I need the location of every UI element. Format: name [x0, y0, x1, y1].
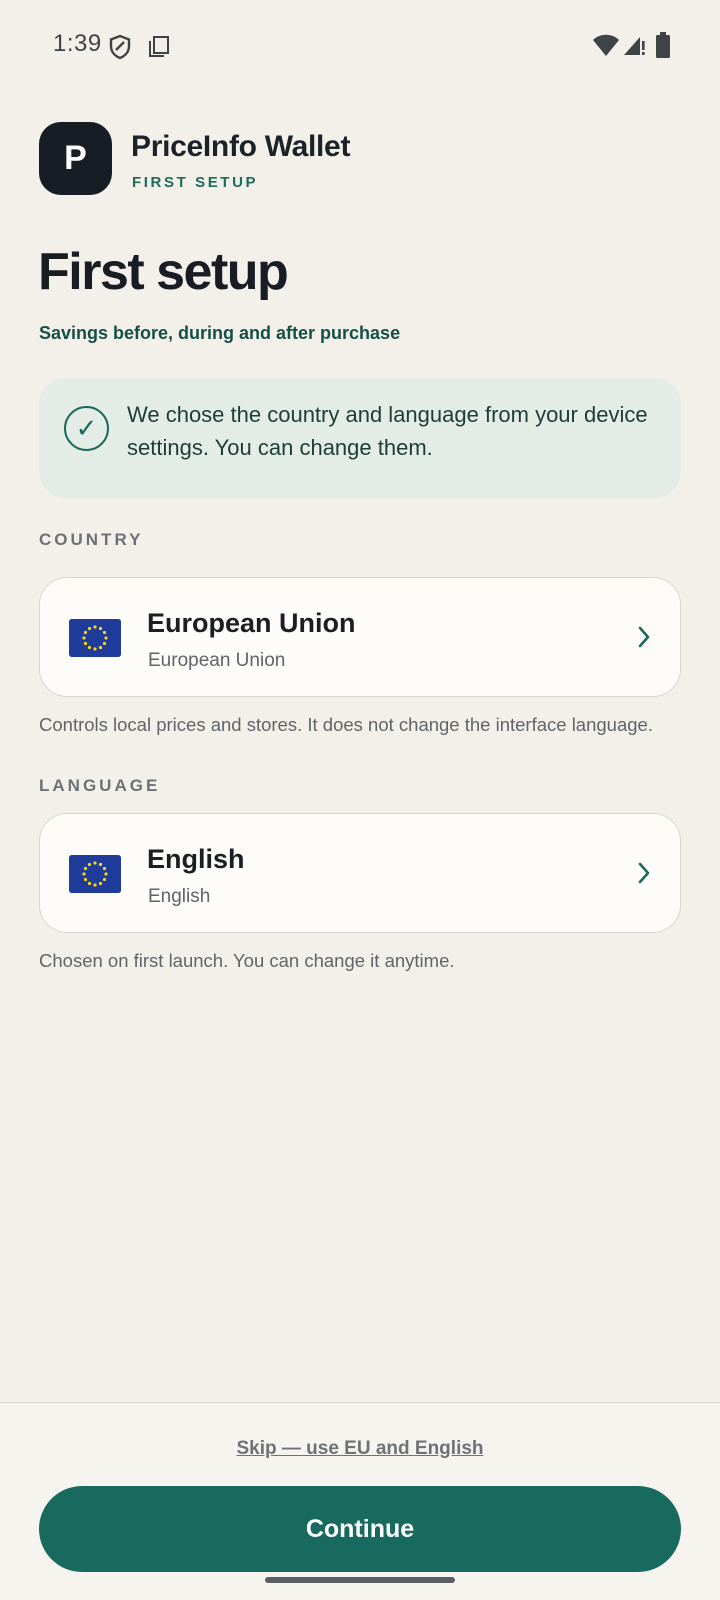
shield-icon: [109, 34, 131, 60]
home-indicator[interactable]: [265, 1577, 455, 1583]
country-title: European Union: [147, 608, 356, 638]
chevron-right-icon: [638, 626, 650, 648]
language-subtitle: English: [148, 886, 211, 907]
country-selector[interactable]: European Union European Union: [39, 577, 681, 697]
app-logo-letter: P: [64, 139, 87, 177]
country-subtitle: European Union: [148, 650, 286, 671]
country-section-label: COUNTRY: [39, 530, 144, 549]
setup-screen: 1:39 P PriceInfo Wallet FIRST SETUP Firs…: [0, 0, 720, 1600]
app-subtitle: FIRST SETUP: [132, 174, 259, 191]
chevron-right-icon: [638, 862, 650, 884]
language-section-label: LANGUAGE: [39, 776, 161, 795]
copy-icon: [149, 36, 169, 57]
eu-flag-icon: [69, 619, 121, 657]
status-time: 1:39: [53, 30, 102, 57]
info-banner: ✓ We chose the country and language from…: [39, 378, 681, 498]
language-helper-text: Chosen on first launch. You can change i…: [39, 950, 455, 971]
page-title: First setup: [38, 243, 289, 301]
app-name: PriceInfo Wallet: [131, 130, 351, 163]
signal-icon: [624, 37, 645, 55]
check-glyph: ✓: [75, 413, 98, 443]
skip-link[interactable]: Skip — use EU and English: [0, 1438, 720, 1460]
language-title: English: [147, 844, 245, 874]
check-circle-icon: ✓: [64, 406, 109, 451]
status-bar: 1:39: [0, 0, 720, 92]
country-helper-text: Controls local prices and stores. It doe…: [39, 714, 653, 735]
info-banner-text: We chose the country and language from y…: [127, 402, 648, 460]
eu-flag-icon: [69, 855, 121, 893]
page-tagline: Savings before, during and after purchas…: [39, 323, 401, 343]
app-logo: P: [39, 122, 112, 195]
continue-button[interactable]: Continue: [39, 1486, 681, 1572]
battery-icon: [656, 32, 670, 58]
wifi-icon: [593, 34, 619, 56]
language-selector[interactable]: English English: [39, 813, 681, 933]
